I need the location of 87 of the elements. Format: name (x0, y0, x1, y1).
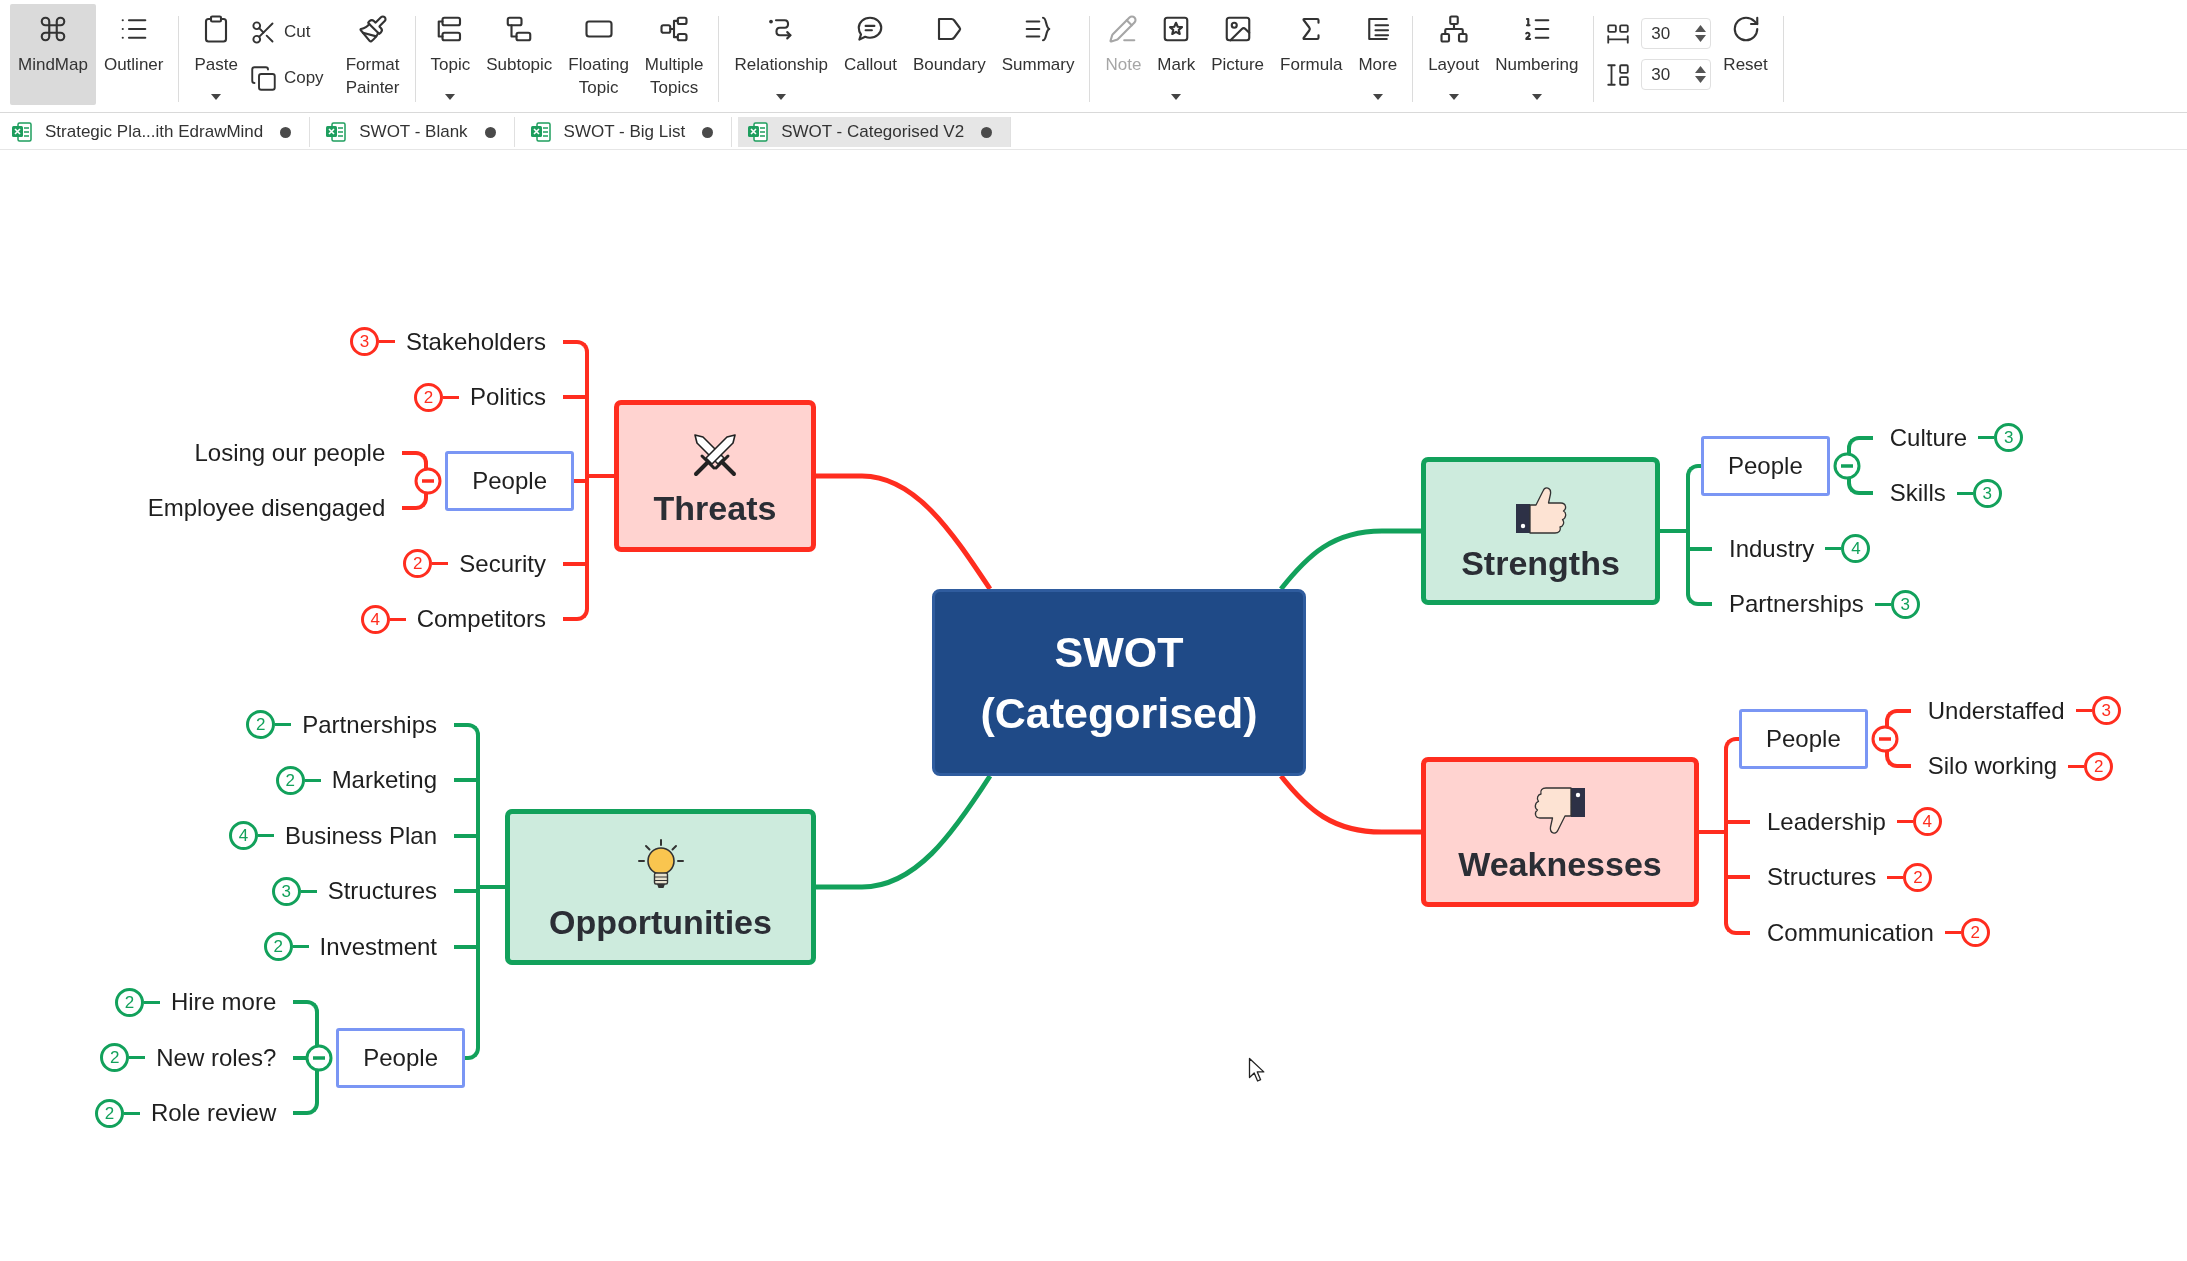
central-topic[interactable]: SWOT (Categorised) (932, 589, 1306, 776)
collapse-icon[interactable] (414, 466, 443, 495)
layout-button[interactable]: Layout (1420, 4, 1488, 105)
main-topic[interactable]: Threats (614, 400, 816, 552)
main-topic-label: Opportunities (549, 902, 772, 942)
subtopic[interactable]: Employee disengaged (136, 486, 403, 531)
paste-button[interactable]: Paste (186, 4, 246, 105)
spacing-input[interactable]: 30 (1641, 59, 1712, 90)
spreadsheet-file-icon (325, 121, 348, 143)
multiple-topics-button[interactable]: Multiple Topics (636, 4, 712, 105)
branching-boxes-icon (659, 14, 690, 44)
subtopic[interactable]: Partnerships (291, 702, 454, 747)
subtopic[interactable]: Losing our people (183, 430, 403, 475)
format-painter-button[interactable]: Format Painter (337, 4, 408, 105)
collapse-icon[interactable] (1870, 724, 1899, 753)
subtopic[interactable]: Partnerships (1712, 582, 1875, 627)
outliner-view-button[interactable]: Outliner (95, 4, 172, 105)
numbering-button[interactable]: Numbering (1487, 4, 1587, 105)
boundary-button[interactable]: Boundary (904, 4, 994, 105)
mouse-pointer-icon (1248, 1057, 1266, 1083)
mindmap-view-button[interactable]: MindMap (10, 4, 96, 105)
picture-button[interactable]: Picture (1203, 4, 1273, 105)
caret-up-icon (1695, 66, 1707, 73)
main-topic[interactable]: Weaknesses (1421, 757, 1699, 907)
caret-down-icon (1695, 35, 1707, 42)
decrement-button[interactable] (1695, 76, 1707, 83)
subtopic[interactable]: Business Plan (273, 813, 454, 858)
subtopic[interactable]: Competitors (405, 597, 563, 642)
main-topic[interactable]: Opportunities (505, 809, 816, 965)
subtopic[interactable]: Stakeholders (394, 319, 563, 364)
pencil-icon (1108, 14, 1139, 44)
main-topic-label: Threats (653, 488, 777, 528)
spreadsheet-file-icon (747, 121, 770, 143)
subtopic[interactable]: Politics (458, 375, 563, 420)
subtopic[interactable]: Structures (316, 869, 454, 914)
subtopic[interactable]: Marketing (320, 758, 454, 803)
subtopic[interactable]: Industry (1712, 526, 1826, 571)
topic-button[interactable]: Topic (422, 4, 479, 105)
thumbs-down-icon (1532, 786, 1588, 836)
main-topic-label: Weaknesses (1458, 844, 1662, 884)
copy-icon (249, 64, 277, 92)
subtopic[interactable]: Role review (139, 1091, 294, 1136)
subtopic[interactable]: Security (448, 541, 563, 586)
subtopic[interactable]: People (445, 450, 574, 511)
formula-button[interactable]: Formula (1272, 4, 1351, 105)
cut-button[interactable]: Cut (245, 12, 330, 52)
more-button[interactable]: More (1350, 4, 1406, 105)
subtopic[interactable]: People (1739, 708, 1868, 769)
spreadsheet-file-icon (529, 121, 552, 143)
subtopic[interactable]: Investment (308, 924, 454, 969)
subtopic[interactable]: Silo working (1910, 744, 2069, 789)
spacing-input[interactable]: 30 (1641, 18, 1712, 49)
subtopic[interactable]: Communication (1750, 910, 1945, 955)
document-tab[interactable]: SWOT - Categorised V2 (738, 117, 1012, 147)
document-tab[interactable]: SWOT - Blank (316, 117, 515, 147)
decrement-button[interactable] (1695, 35, 1707, 42)
summary-button[interactable]: Summary (993, 4, 1083, 105)
increment-button[interactable] (1695, 66, 1707, 73)
document-tab[interactable]: Strategic Pla...ith EdrawMind (2, 117, 311, 147)
main-topic-label: Strengths (1461, 543, 1620, 583)
vertical-spacing-icon (1605, 61, 1632, 88)
reset-button[interactable]: Reset (1715, 4, 1776, 105)
subtopic[interactable]: People (336, 1027, 465, 1088)
document-tab[interactable]: SWOT - Big List (520, 117, 733, 147)
subtopic-button[interactable]: Subtopic (478, 4, 561, 105)
subtopic[interactable]: New roles? (145, 1035, 294, 1080)
subtopic[interactable]: Structures (1750, 855, 1888, 900)
copy-button[interactable]: Copy (245, 58, 330, 98)
subtopic[interactable]: Understaffed (1910, 688, 2076, 733)
collapse-icon[interactable] (305, 1043, 334, 1072)
subtopic[interactable]: Leadership (1750, 799, 1897, 844)
subtopic[interactable]: Culture (1872, 415, 1979, 460)
subtopic[interactable]: Hire more (159, 980, 294, 1025)
collapse-icon[interactable] (1832, 451, 1861, 480)
increment-button[interactable] (1695, 25, 1707, 32)
spreadsheet-file-icon (11, 121, 33, 143)
caret-up-icon (1695, 25, 1707, 32)
main-topic[interactable]: Strengths (1421, 457, 1660, 605)
subtopic[interactable]: Skills (1872, 471, 1957, 516)
hierarchy-icon (1438, 14, 1469, 44)
callout-button[interactable]: Callout (836, 4, 905, 105)
floating-topic-button[interactable]: Floating Topic (560, 4, 637, 105)
mark-button[interactable]: Mark (1149, 4, 1204, 105)
relationship-button[interactable]: Relationship (726, 4, 836, 105)
paintbrush-icon (357, 14, 388, 44)
caret-down-icon (1695, 76, 1707, 83)
subtopic[interactable]: People (1701, 435, 1830, 496)
